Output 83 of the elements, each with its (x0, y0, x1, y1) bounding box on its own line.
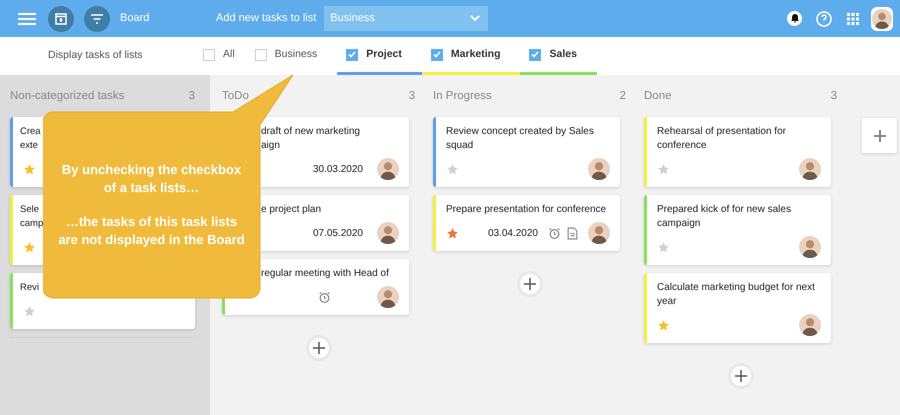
chevron-down-icon (470, 15, 480, 22)
task-title: conference (657, 139, 706, 153)
bell-icon (790, 14, 798, 23)
add-card-button[interactable] (728, 363, 754, 389)
due-date: 03.04.2020 (488, 226, 538, 240)
task-title: Calculate marketing budget for next (657, 281, 815, 295)
apps-grid-icon[interactable] (847, 12, 859, 24)
list-tab[interactable]: Sales (520, 37, 597, 75)
avatar-icon (872, 8, 892, 28)
task-card[interactable]: Prepare presentation for conference 03.04.2020 (433, 195, 620, 251)
star-icon[interactable] (657, 240, 670, 254)
filter-label: Display tasks of lists (48, 48, 144, 64)
list-label: All (223, 46, 235, 62)
list-label: Marketing (450, 46, 500, 62)
task-title: draft of new marketing (261, 125, 360, 139)
plus-icon (524, 278, 536, 290)
column-count: 3 (408, 89, 415, 104)
filter-icon (91, 14, 103, 24)
menu-icon (18, 12, 36, 24)
task-title: Rehearsal of presentation for (657, 125, 786, 139)
task-title: e project plan (261, 203, 322, 217)
star-icon[interactable] (657, 162, 670, 176)
task-title: Prepare presentation for conference (446, 203, 606, 217)
checkbox[interactable] (430, 48, 443, 60)
due-date: 30.03.2020 (312, 162, 363, 176)
checkbox[interactable] (254, 48, 267, 60)
task-title: Crea (20, 125, 41, 139)
page-title: Board (120, 11, 150, 26)
archive-icon (55, 12, 67, 24)
column-title: In Progress (433, 89, 492, 104)
add-column-button[interactable] (862, 118, 897, 153)
list-tab[interactable]: Business (254, 37, 338, 75)
due-date: 07.05.2020 (312, 226, 363, 240)
add-card-button[interactable] (306, 335, 332, 361)
star-icon[interactable] (23, 304, 36, 318)
task-title: squad (446, 139, 474, 153)
task-title: Revi (20, 281, 40, 295)
task-card[interactable]: Calculate marketing budget for next year (644, 273, 831, 343)
list-label: Sales (549, 46, 577, 62)
star-icon[interactable] (446, 162, 459, 176)
list-tab[interactable]: All (203, 37, 255, 75)
task-card[interactable]: Review concept created by Sales squad (433, 117, 620, 187)
task-title: Prepared kick of for new sales (657, 203, 791, 217)
column-count: 3 (830, 89, 837, 104)
column-title: ToDo (222, 89, 249, 104)
list-tab[interactable]: Marketing (422, 37, 520, 75)
task-card[interactable]: Prepared kick of for new sales campaign (644, 195, 831, 265)
column-title: Non-categorized tasks (10, 89, 124, 104)
task-title: Sele (20, 203, 40, 217)
archive-button[interactable] (48, 6, 74, 32)
task-title: Review concept created by Sales (446, 125, 594, 139)
checkmark-icon (531, 51, 540, 58)
column-count: 2 (620, 89, 626, 104)
star-icon[interactable] (23, 162, 36, 176)
plus-icon (734, 370, 746, 382)
plus-icon (874, 130, 886, 142)
checkbox[interactable] (529, 48, 542, 60)
list-label: Business (274, 46, 318, 62)
checkmark-icon (432, 51, 441, 58)
help-icon[interactable] (816, 10, 832, 26)
task-card[interactable]: Rehearsal of presentation for conference (644, 117, 831, 187)
add-card-button[interactable] (516, 271, 542, 297)
star-icon[interactable] (23, 240, 36, 254)
menu-button[interactable] (18, 12, 36, 26)
task-title: regular meeting with Head of (261, 267, 389, 281)
checkbox[interactable] (346, 48, 358, 60)
add-tasks-label: Add new tasks to list (216, 11, 316, 26)
task-title: year (657, 295, 676, 309)
column-title: Done (644, 89, 672, 104)
filter-button[interactable] (84, 6, 110, 32)
star-icon[interactable] (446, 226, 459, 240)
column-count: 3 (188, 89, 195, 104)
task-title: aign (261, 139, 280, 153)
checkbox[interactable] (203, 48, 215, 60)
list-label: Project (366, 46, 402, 62)
task-title: campaign (657, 217, 700, 231)
star-icon[interactable] (657, 318, 670, 332)
plus-icon (312, 342, 324, 354)
checkmark-icon (348, 51, 356, 58)
notifications-button[interactable] (787, 11, 802, 26)
list-tab[interactable]: Project (337, 37, 422, 75)
task-title: exte (20, 139, 38, 153)
task-title: camp (20, 217, 44, 231)
